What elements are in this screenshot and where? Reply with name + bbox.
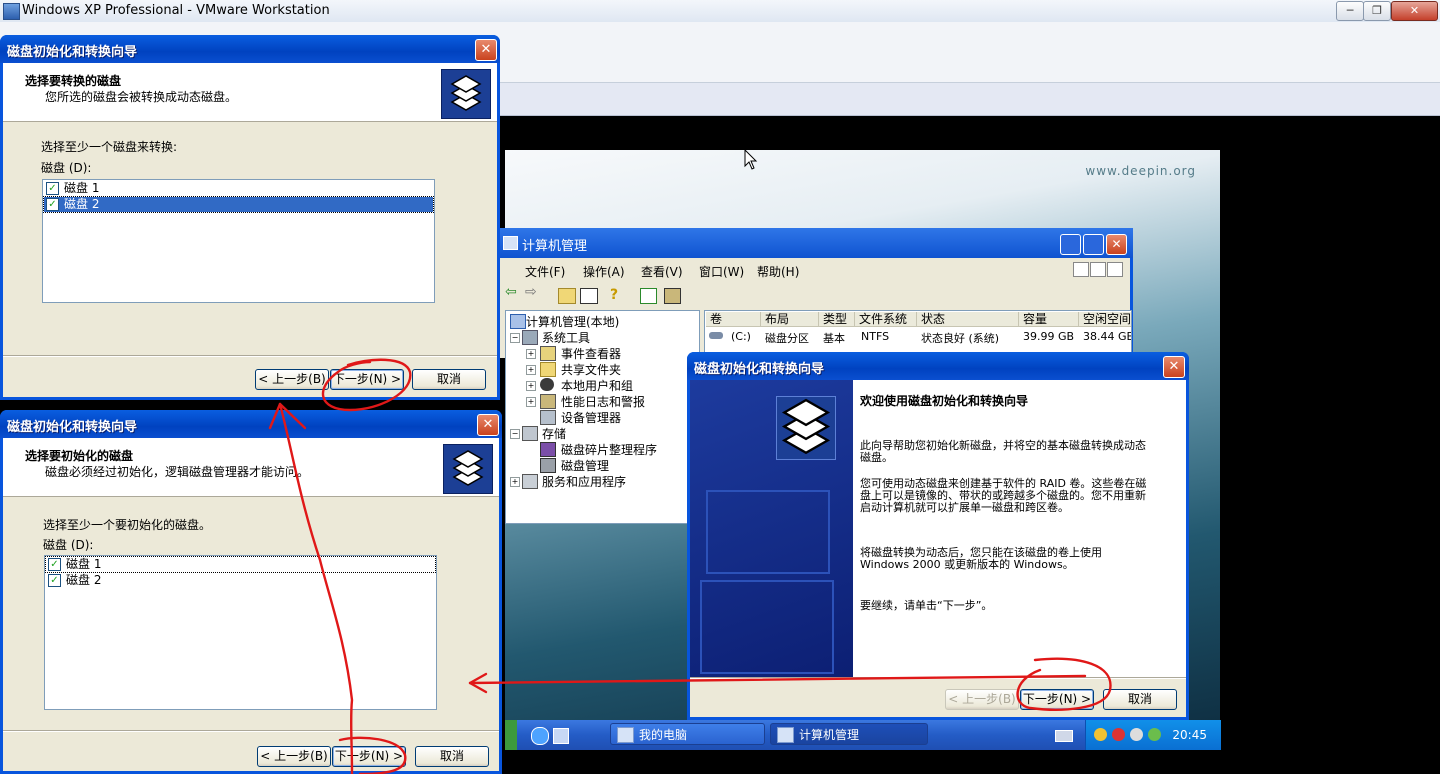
red-annotation-overlay bbox=[268, 358, 1112, 774]
